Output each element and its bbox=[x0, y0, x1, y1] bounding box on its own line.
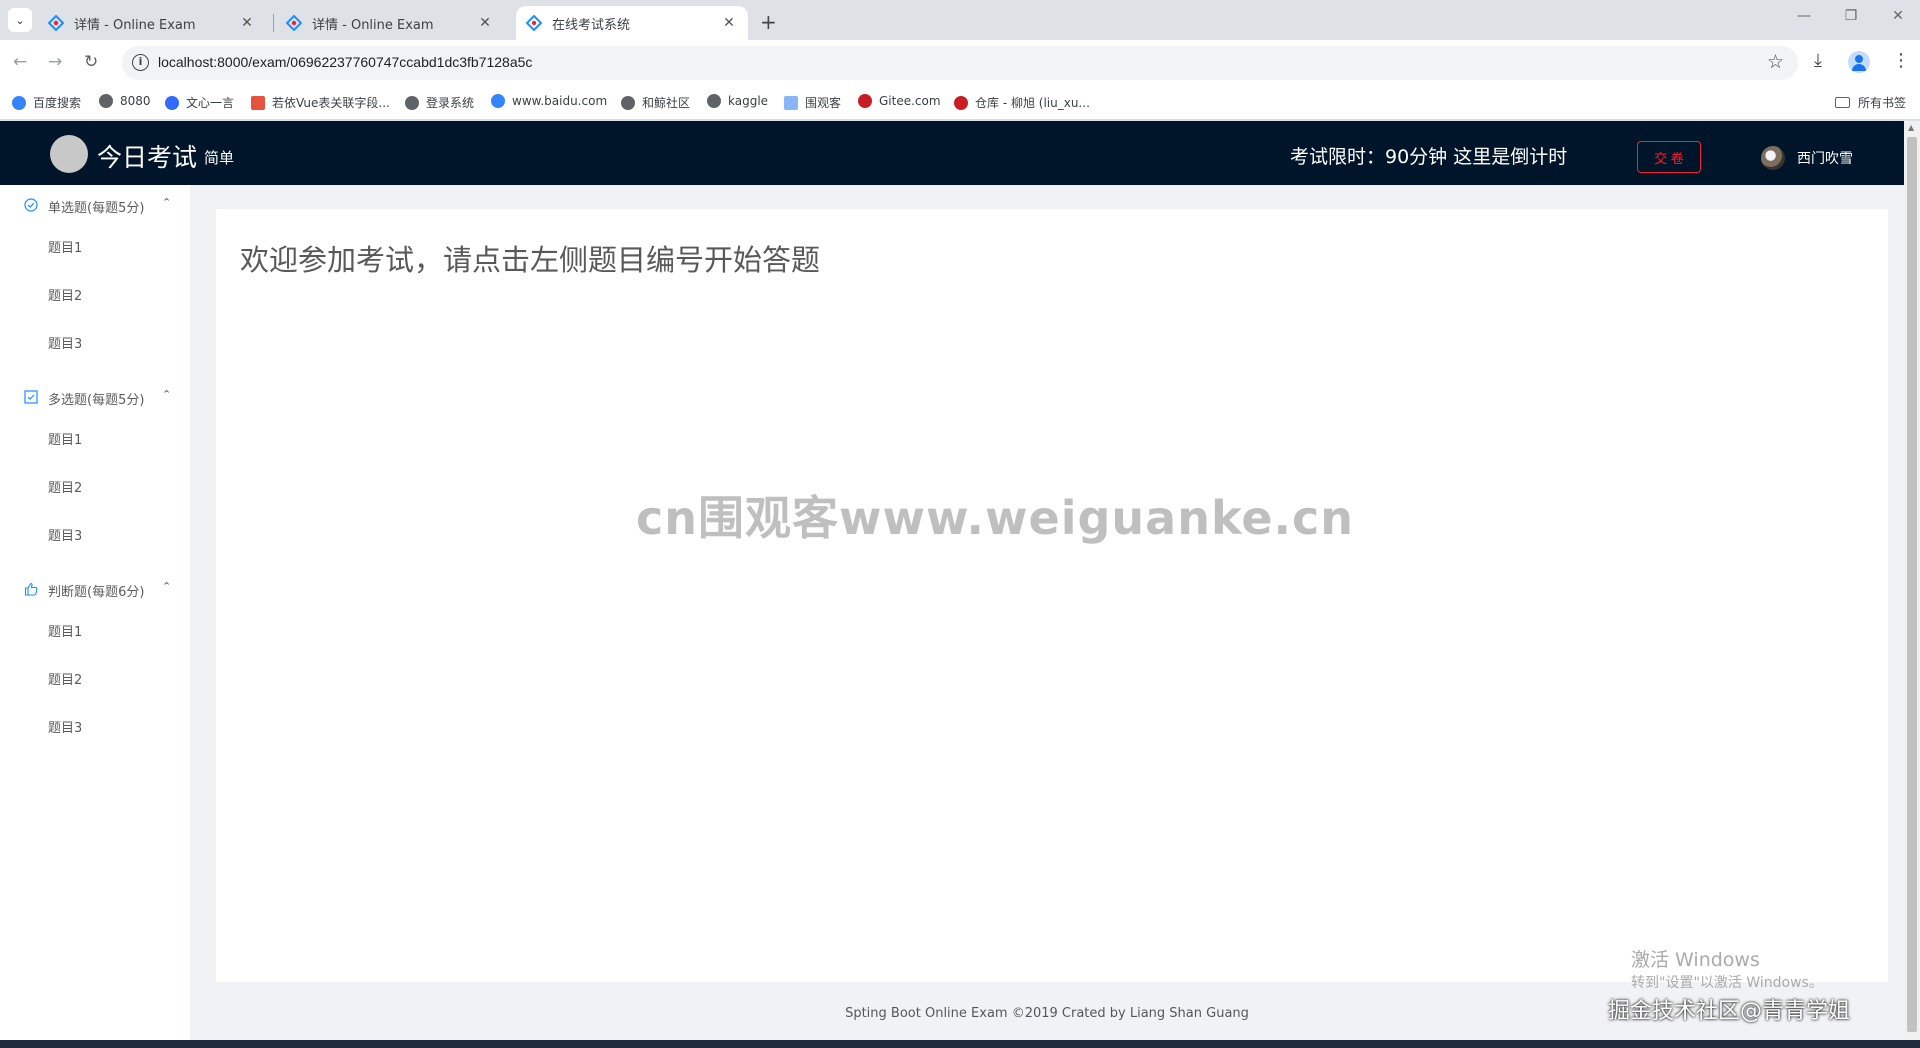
vue-diamond-icon bbox=[48, 15, 64, 31]
bookmark-item[interactable]: www.baidu.com bbox=[491, 94, 607, 108]
all-bookmarks-button[interactable]: 所有书签 bbox=[1834, 94, 1906, 111]
site-info-icon[interactable]: i bbox=[132, 54, 149, 71]
menu-group-true-false[interactable]: 判断题(每题6分) ⌃ bbox=[0, 569, 190, 609]
baidu-paw-icon bbox=[12, 95, 26, 110]
chevron-down-icon: ⌄ bbox=[15, 13, 25, 27]
window-close-icon[interactable]: ✕ bbox=[1883, 8, 1913, 24]
page-scrollbar[interactable]: ▲ bbox=[1904, 121, 1920, 1040]
watermark: cn围观客www.weiguanke.cn bbox=[636, 491, 1355, 545]
menu-group-label: 单选题(每题5分) bbox=[48, 201, 145, 216]
check-square-icon bbox=[24, 390, 38, 404]
submit-exam-button[interactable]: 交 卷 bbox=[1637, 141, 1701, 173]
question-item[interactable]: 题目3 bbox=[48, 717, 82, 736]
folder-icon bbox=[1834, 97, 1850, 108]
welcome-message: 欢迎参加考试，请点击左侧题目编号开始答题 bbox=[240, 243, 821, 277]
bookmark-item[interactable]: 和鲸社区 bbox=[621, 94, 690, 111]
menu-group-label: 判断题(每题6分) bbox=[48, 585, 145, 600]
question-item[interactable]: 题目2 bbox=[48, 477, 82, 496]
browser-tab-bar: ⌄ 详情 - Online Exam ✕ 详情 - Online Exam ✕ … bbox=[0, 0, 1920, 40]
menu-group-label: 多选题(每题5分) bbox=[48, 393, 145, 408]
vue-diamond-icon bbox=[526, 15, 542, 31]
globe-icon bbox=[621, 95, 635, 110]
chevron-up-icon: ⌃ bbox=[162, 196, 172, 209]
scroll-thumb[interactable] bbox=[1907, 137, 1917, 1032]
menu-group-single-choice[interactable]: 单选题(每题5分) ⌃ bbox=[0, 185, 190, 225]
exam-app: 今日考试 简单 考试限时：90分钟 这里是倒计时 交 卷 西门吹雪 单选题(每题… bbox=[0, 121, 1904, 1040]
scroll-up-icon[interactable]: ▲ bbox=[1908, 123, 1914, 132]
thumbs-up-icon bbox=[24, 582, 38, 596]
bookmark-item[interactable]: 围观客 bbox=[784, 94, 841, 111]
chevron-up-icon: ⌃ bbox=[162, 388, 172, 401]
bookmark-item[interactable]: 文心一言 bbox=[165, 94, 234, 111]
os-taskbar bbox=[0, 1040, 1920, 1048]
address-bar[interactable]: i localhost:8000/exam/06962237760747ccab… bbox=[122, 46, 1798, 80]
baidu-paw-icon bbox=[491, 94, 505, 108]
bookmark-item[interactable]: Gitee.com bbox=[858, 94, 941, 108]
question-item[interactable]: 题目1 bbox=[48, 237, 82, 256]
restore-icon[interactable]: ❐ bbox=[1836, 8, 1866, 24]
close-icon[interactable]: ✕ bbox=[238, 15, 256, 31]
page-title: 今日考试 bbox=[97, 143, 198, 172]
question-item[interactable]: 题目3 bbox=[48, 333, 82, 352]
app-header: 今日考试 简单 考试限时：90分钟 这里是倒计时 交 卷 西门吹雪 bbox=[0, 121, 1904, 185]
bookmarks-bar: 百度搜索 8080 文心一言 若依Vue表关联字段... 登录系统 www.ba… bbox=[0, 86, 1920, 120]
menu-group-multiple-choice[interactable]: 多选题(每题5分) ⌃ bbox=[0, 377, 190, 417]
exam-timer: 考试限时：90分钟 这里是倒计时 bbox=[1290, 146, 1568, 168]
browser-tab-1[interactable]: 详情 - Online Exam ✕ bbox=[38, 6, 266, 40]
logo bbox=[50, 135, 88, 173]
close-icon[interactable]: ✕ bbox=[720, 15, 738, 31]
tab-title: 详情 - Online Exam bbox=[312, 17, 434, 33]
community-watermark: 掘金技术社区@青青学姐 bbox=[1608, 999, 1851, 1024]
browser-toolbar: ← → ↻ i localhost:8000/exam/069622377607… bbox=[0, 40, 1920, 86]
back-arrow-icon[interactable]: ← bbox=[13, 52, 27, 72]
question-sidebar: 单选题(每题5分) ⌃ 题目1 题目2 题目3 多选题(每题5分) ⌃ 题目1 … bbox=[0, 185, 190, 1040]
bookmark-item[interactable]: kaggle bbox=[707, 94, 768, 108]
chevron-up-icon: ⌃ bbox=[162, 580, 172, 593]
main-content-card: 欢迎参加考试，请点击左侧题目编号开始答题 bbox=[216, 209, 1888, 982]
download-icon[interactable]: ⤓ bbox=[1814, 50, 1822, 71]
reload-icon[interactable]: ↻ bbox=[84, 52, 98, 72]
vue-diamond-icon bbox=[286, 15, 302, 31]
bookmark-item[interactable]: 登录系统 bbox=[405, 94, 474, 111]
bookmark-item[interactable]: 8080 bbox=[99, 94, 151, 108]
wenxin-icon bbox=[165, 95, 179, 110]
globe-icon bbox=[99, 94, 113, 108]
tab-title: 在线考试系统 bbox=[552, 17, 631, 33]
difficulty-label: 简单 bbox=[204, 149, 235, 167]
url-text[interactable]: localhost:8000/exam/06962237760747ccabd1… bbox=[158, 54, 532, 70]
question-item[interactable]: 题目3 bbox=[48, 525, 82, 544]
question-item[interactable]: 题目1 bbox=[48, 621, 82, 640]
windows-activation-title: 激活 Windows bbox=[1631, 949, 1760, 971]
windows-activation-hint: 转到"设置"以激活 Windows。 bbox=[1631, 975, 1823, 991]
gitee-icon bbox=[858, 94, 872, 108]
jianshu-icon bbox=[251, 95, 265, 110]
globe-icon bbox=[707, 94, 721, 108]
tab-divider bbox=[273, 14, 274, 32]
close-icon[interactable]: ✕ bbox=[476, 15, 494, 31]
gitee-icon bbox=[954, 95, 968, 110]
bookmark-item[interactable]: 仓库 - 柳旭 (liu_xu... bbox=[954, 94, 1090, 111]
question-item[interactable]: 题目2 bbox=[48, 285, 82, 304]
question-item[interactable]: 题目2 bbox=[48, 669, 82, 688]
weiguanke-icon bbox=[784, 95, 798, 110]
bookmark-item[interactable]: 若依Vue表关联字段... bbox=[251, 94, 390, 111]
avatar[interactable] bbox=[1761, 146, 1785, 170]
browser-tab-2[interactable]: 详情 - Online Exam ✕ bbox=[276, 6, 504, 40]
bookmark-star-icon[interactable]: ☆ bbox=[1767, 51, 1784, 73]
browser-tab-3-active[interactable]: 在线考试系统 ✕ bbox=[516, 6, 748, 40]
more-menu-icon[interactable]: ⋮ bbox=[1892, 50, 1910, 71]
question-item[interactable]: 题目1 bbox=[48, 429, 82, 448]
new-tab-plus-icon[interactable]: + bbox=[760, 10, 777, 34]
forward-arrow-icon[interactable]: → bbox=[48, 52, 62, 72]
minimize-icon[interactable]: — bbox=[1789, 8, 1819, 24]
tab-search-button[interactable]: ⌄ bbox=[8, 8, 32, 32]
globe-icon bbox=[405, 95, 419, 110]
user-name[interactable]: 西门吹雪 bbox=[1797, 148, 1853, 168]
check-circle-icon bbox=[24, 198, 38, 212]
profile-avatar-icon[interactable] bbox=[1848, 51, 1870, 73]
tab-title: 详情 - Online Exam bbox=[74, 17, 196, 33]
bookmark-item[interactable]: 百度搜索 bbox=[12, 94, 81, 111]
